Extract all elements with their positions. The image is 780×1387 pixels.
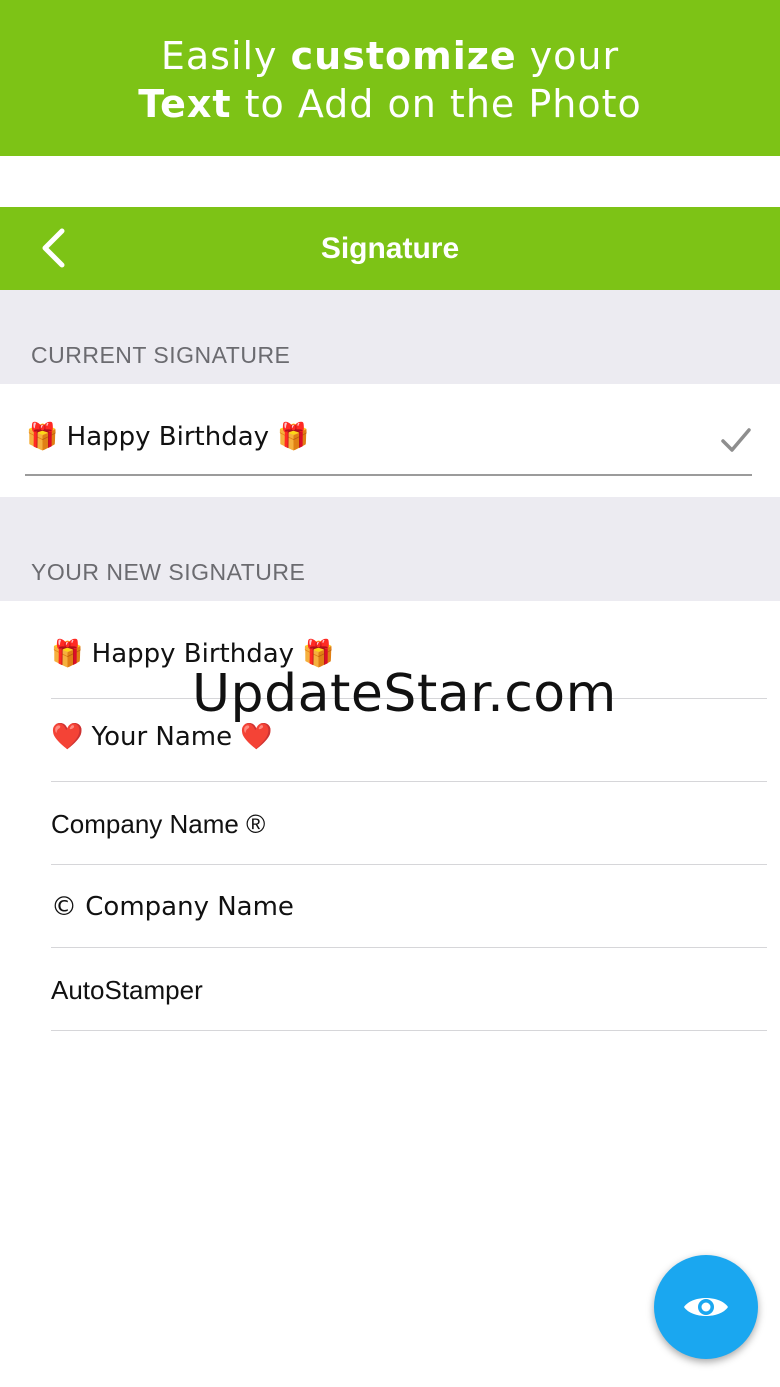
list-item[interactable]: © Company Name <box>51 864 767 947</box>
preview-button[interactable] <box>654 1255 758 1359</box>
current-signature-row[interactable]: 🎁 Happy Birthday 🎁 <box>0 384 780 497</box>
checkmark-icon <box>721 428 751 452</box>
current-signature-section: CURRENT SIGNATURE <box>0 290 780 384</box>
new-signature-header: YOUR NEW SIGNATURE <box>31 559 306 585</box>
navigation-bar: Signature <box>0 207 780 290</box>
list-item[interactable]: 🎁 Happy Birthday 🎁 <box>51 601 767 684</box>
list-item-label: © Company Name <box>51 892 294 922</box>
current-signature-value: 🎁 Happy Birthday 🎁 <box>26 422 310 452</box>
eye-icon <box>684 1298 728 1316</box>
promo-line-1: Easily customize your <box>160 34 620 78</box>
divider <box>51 1030 767 1031</box>
list-item-label: AutoStamper <box>51 975 203 1005</box>
chevron-left-icon <box>42 228 65 268</box>
promo-banner: Easily customize your Text to Add on the… <box>0 0 780 156</box>
new-signature-section: YOUR NEW SIGNATURE <box>0 497 780 601</box>
current-signature-header: CURRENT SIGNATURE <box>31 342 291 368</box>
list-item-label: ❤️ Your Name ❤️ <box>51 722 273 752</box>
list-item[interactable]: ❤️ Your Name ❤️ <box>51 698 767 781</box>
promo-line-2: Text to Add on the Photo <box>138 82 642 126</box>
list-item[interactable]: AutoStamper <box>51 947 767 1030</box>
current-signature-underline <box>25 474 752 476</box>
list-item[interactable]: Company Name ® <box>51 781 767 864</box>
page-title: Signature <box>320 232 460 265</box>
list-item-label: Company Name ® <box>51 809 266 839</box>
list-item-label: 🎁 Happy Birthday 🎁 <box>51 639 335 669</box>
back-button[interactable] <box>28 223 78 273</box>
